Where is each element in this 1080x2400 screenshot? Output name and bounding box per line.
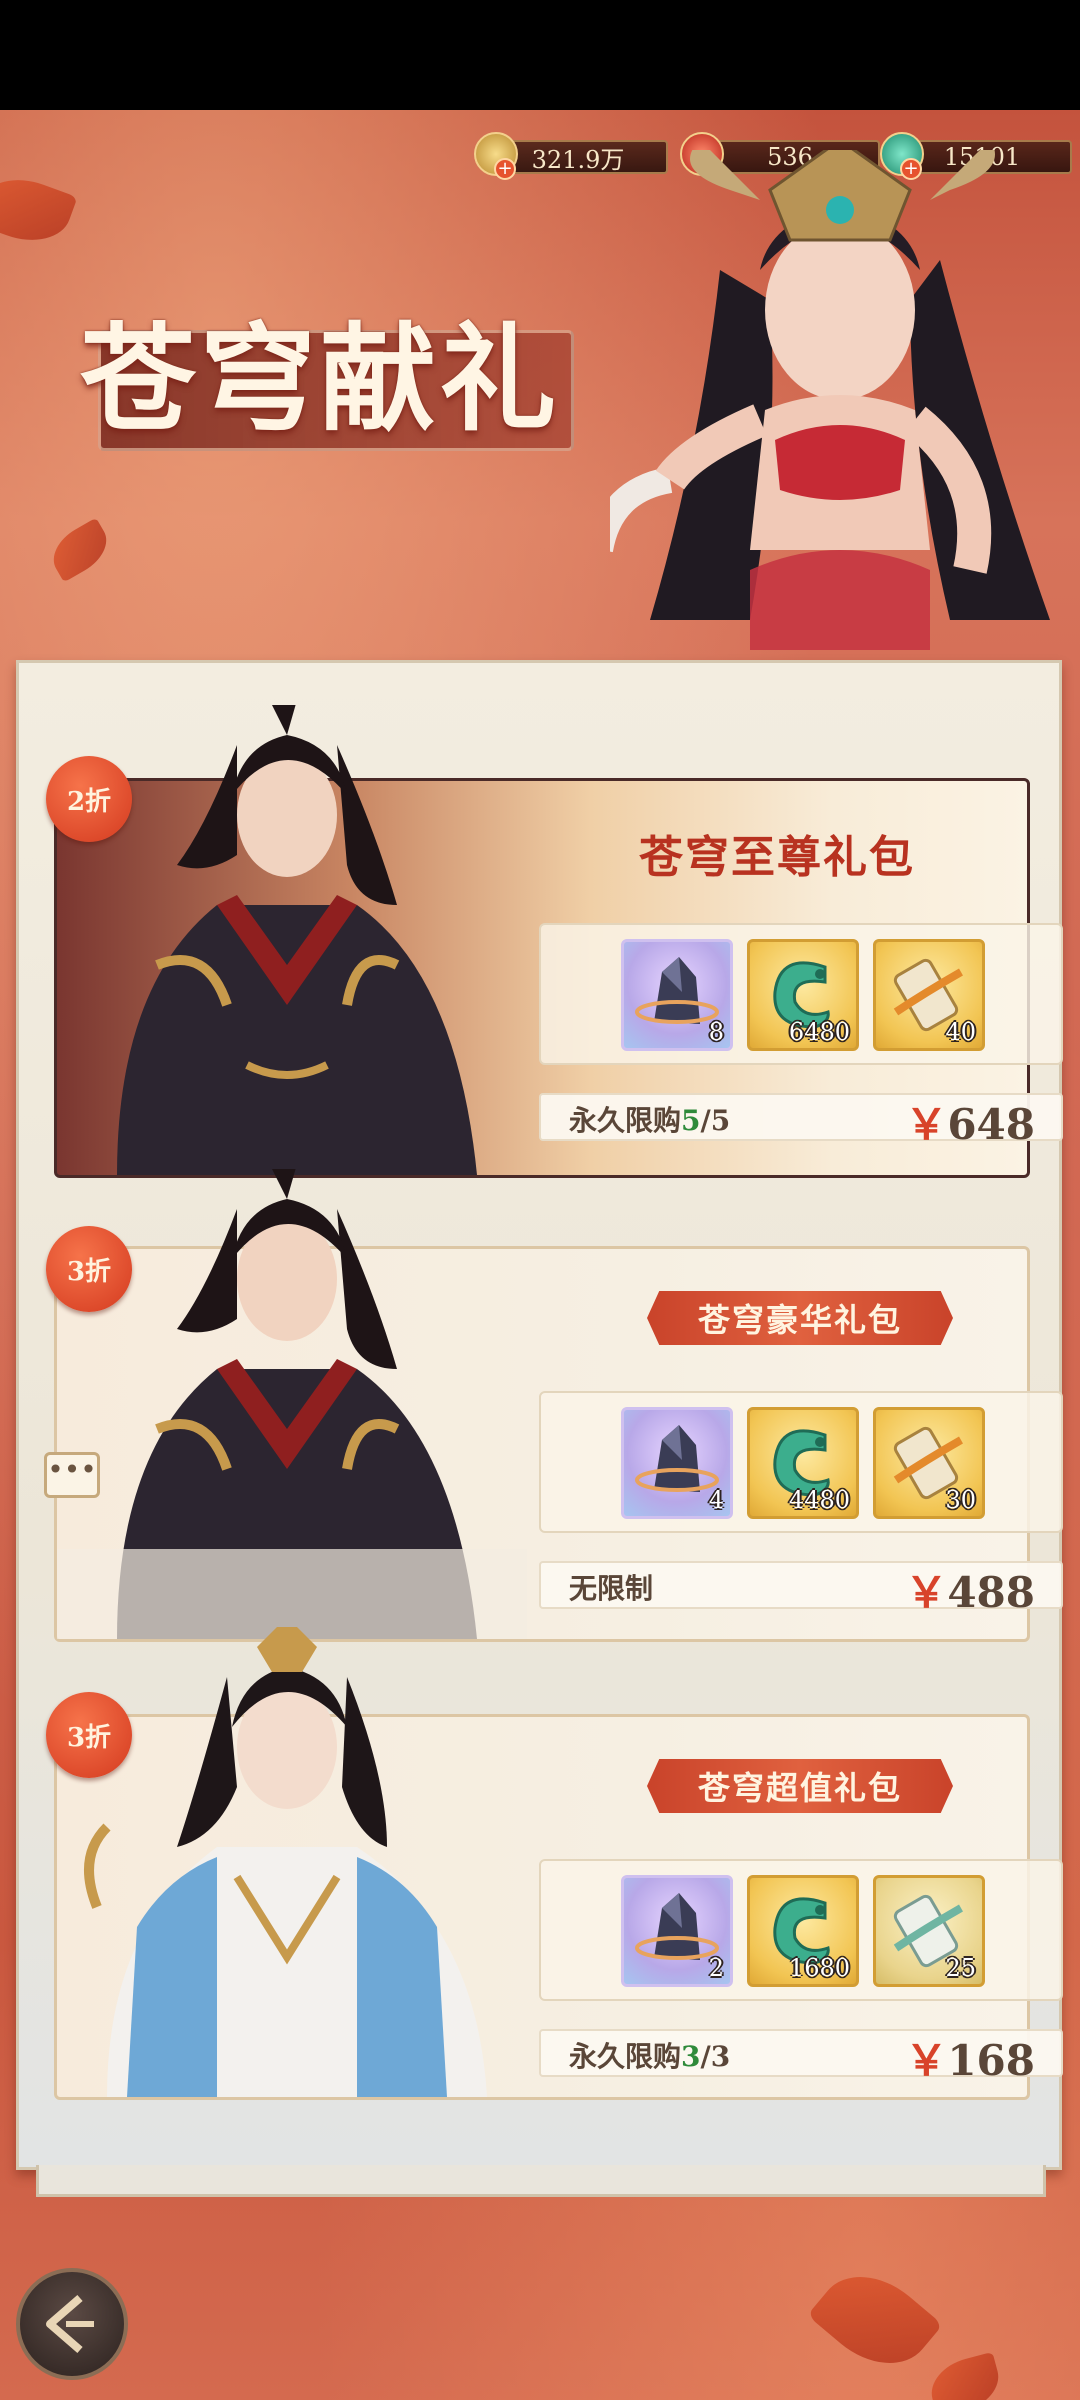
add-copper-button[interactable]: + — [494, 158, 516, 180]
maple-leaf-decoration — [44, 517, 116, 583]
event-title: 苍穹献礼 — [80, 311, 560, 447]
purchase-limit-bar: 永久限购5/5 ￥648 — [539, 1093, 1063, 1149]
reward-item-slot[interactable]: 30 — [873, 1407, 985, 1519]
item-count: 6480 — [788, 1018, 850, 1046]
item-count: 25 — [945, 1954, 976, 1982]
gift-pack-card[interactable]: 苍穹至尊礼包 8 6480 40 永久限购5/5 ￥648 — [54, 705, 1063, 1178]
yen-symbol: ￥ — [905, 1100, 948, 1149]
maple-leaf-decoration — [0, 166, 78, 254]
item-count: 4480 — [788, 1486, 850, 1514]
reward-item-slot[interactable]: 25 — [873, 1875, 985, 1987]
back-arrow-icon — [46, 2294, 94, 2354]
buy-price-button[interactable]: ￥648 — [905, 1091, 1035, 1152]
buy-price-button[interactable]: ￥168 — [905, 2027, 1035, 2088]
purchase-limit-bar: 无限制 ￥488 — [539, 1561, 1063, 1617]
snake-goddess-illustration — [610, 150, 1050, 650]
chat-bubble-icon[interactable]: ••• — [44, 1452, 100, 1498]
item-count: 40 — [945, 1018, 976, 1046]
dark-robed-hero-illustration — [57, 1169, 527, 1639]
maple-leaf-decoration — [807, 2254, 943, 2386]
panel-shadow-decoration — [36, 2165, 1046, 2197]
item-count: 2 — [708, 1954, 724, 1982]
discount-badge: 3折 — [46, 1226, 132, 1312]
reward-item-slot[interactable]: 2 — [621, 1875, 733, 1987]
white-robed-hero-illustration — [84, 1627, 487, 2097]
limit-bought: 3 — [681, 2040, 701, 2073]
status-bar — [0, 0, 1080, 110]
reward-item-slot[interactable]: 8 — [621, 939, 733, 1051]
pack-title: 苍穹豪华礼包 — [647, 1291, 953, 1345]
gift-pack-card[interactable]: 苍穹超值礼包 2 1680 25 永久限购3/3 ￥168 — [54, 1627, 1063, 2100]
reward-item-slot[interactable]: 40 — [873, 939, 985, 1051]
pack-items-box: 4 4480 30 — [539, 1391, 1063, 1533]
reward-item-slot[interactable]: 1680 — [747, 1875, 859, 1987]
purchase-limit-bar: 永久限购3/3 ￥168 — [539, 2029, 1063, 2085]
maple-leaf-decoration — [924, 2351, 1006, 2400]
purchase-limit: 无限制 — [569, 1572, 654, 1605]
limit-total: /5 — [700, 1104, 731, 1137]
limit-label: 永久限购 — [569, 2040, 682, 2073]
price-value: 488 — [947, 1568, 1035, 1617]
pack-items-box: 2 1680 25 — [539, 1859, 1063, 2001]
reward-item-slot[interactable]: 4 — [621, 1407, 733, 1519]
purchase-limit: 永久限购5/5 — [569, 1099, 730, 1139]
discount-badge: 2折 — [46, 756, 132, 842]
dark-robed-hero-illustration — [117, 705, 477, 1175]
purchase-limit: 永久限购3/3 — [569, 2035, 730, 2075]
pack-title: 苍穹至尊礼包 — [639, 832, 915, 883]
gift-pack-card[interactable]: 苍穹豪华礼包 4 4480 30 无限制 ￥488 — [54, 1169, 1063, 1642]
yen-symbol: ￥ — [905, 1568, 948, 1617]
item-count: 8 — [708, 1018, 724, 1046]
limit-bought: 5 — [681, 1104, 701, 1137]
pack-title: 苍穹超值礼包 — [647, 1759, 953, 1813]
price-value: 648 — [947, 1100, 1035, 1149]
item-count: 4 — [708, 1486, 724, 1514]
limit-total: /3 — [700, 2040, 731, 2073]
discount-badge: 3折 — [46, 1692, 132, 1778]
item-count: 1680 — [788, 1954, 850, 1982]
yen-symbol: ￥ — [905, 2036, 948, 2085]
price-value: 168 — [947, 2036, 1035, 2085]
pack-items-box: 8 6480 40 — [539, 923, 1063, 1065]
limit-label: 永久限购 — [569, 1104, 682, 1137]
buy-price-button[interactable]: ￥488 — [905, 1559, 1035, 1620]
back-button[interactable] — [16, 2268, 128, 2380]
reward-item-slot[interactable]: 6480 — [747, 939, 859, 1051]
reward-item-slot[interactable]: 4480 — [747, 1407, 859, 1519]
item-count: 30 — [945, 1486, 976, 1514]
